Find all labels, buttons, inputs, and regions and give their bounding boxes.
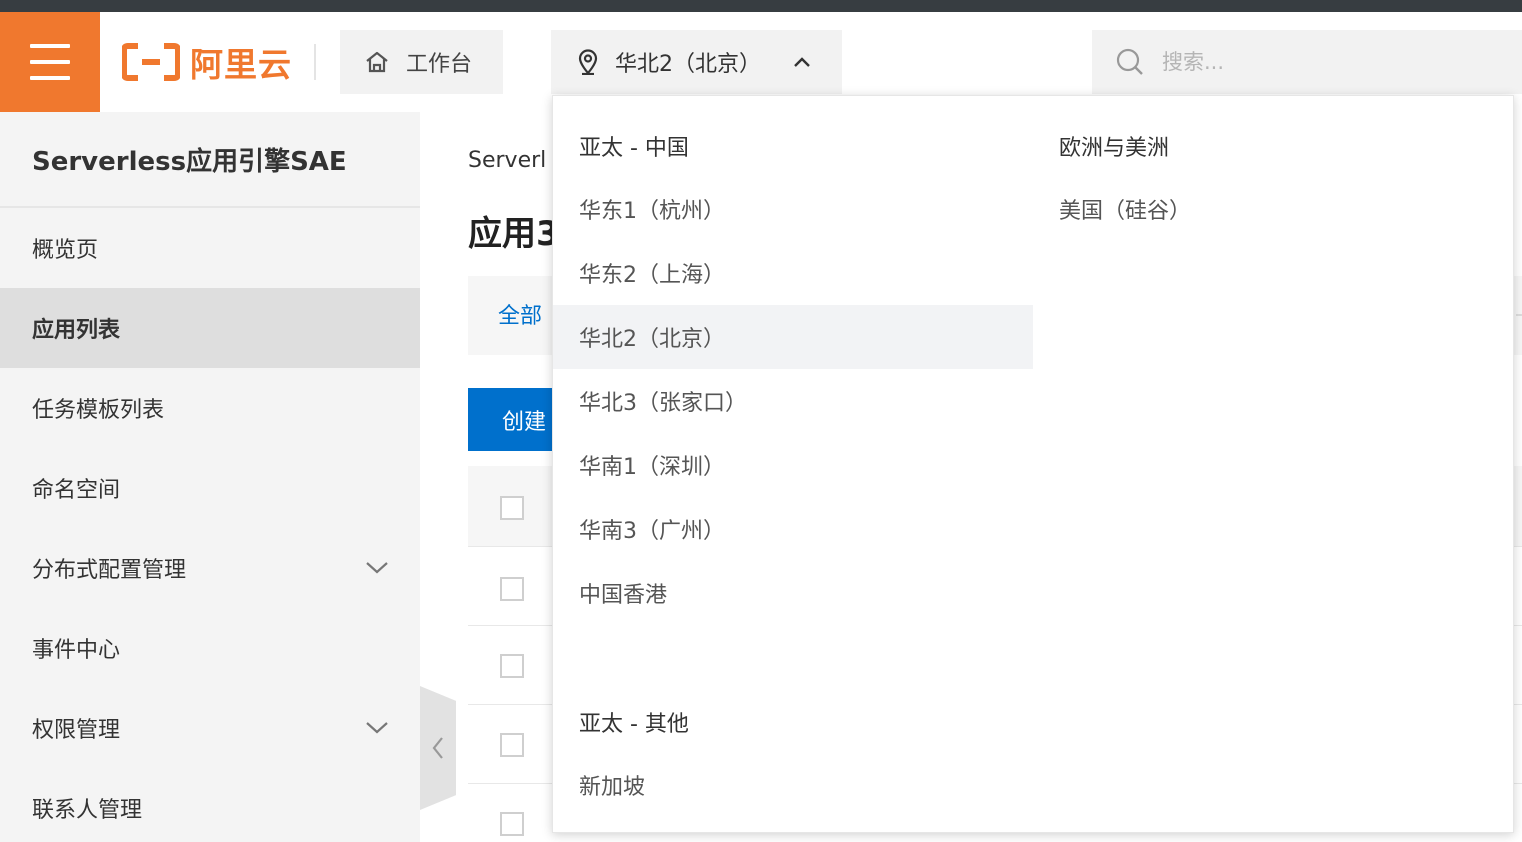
region-option[interactable]: 华南1（深圳） [553,433,1033,497]
region-option-selected[interactable]: 华北2（北京） [553,305,1033,369]
sidebar-item-permissions[interactable]: 权限管理 [0,688,420,768]
sidebar-title: Serverless应用引擎SAE [0,112,420,208]
row-checkbox[interactable] [500,654,524,678]
region-group-title: 欧洲与美洲 [1059,136,1170,161]
sidebar-item-label: 事件中心 [32,638,121,663]
hamburger-line [30,76,70,80]
breadcrumb[interactable]: Serverl [468,148,546,173]
region-option[interactable]: 华南3（广州） [553,497,1033,561]
aliyun-logo-icon [122,43,180,81]
sidebar-item-label: 联系人管理 [32,798,143,823]
chevron-down-icon [366,562,388,574]
sidebar: Serverless应用引擎SAE 概览页 应用列表 任务模板列表 命名空间 分… [0,112,420,842]
region-dropdown: 亚太 - 中国 华东1（杭州） 华东2（上海） 华北2（北京） 华北3（张家口）… [552,95,1514,833]
search-box[interactable] [1092,30,1522,94]
sidebar-item-label: 分布式配置管理 [32,558,187,583]
row-checkbox[interactable] [500,577,524,601]
sidebar-item-job-templates[interactable]: 任务模板列表 [0,368,420,448]
region-label: 华北2（北京） [615,52,761,77]
tab-all[interactable]: 全部 [498,298,542,330]
region-group-title: 亚太 - 其他 [579,712,689,737]
divider [1516,314,1522,316]
chevron-up-icon [794,57,810,67]
top-strip [0,0,1522,12]
sidebar-item-app-list[interactable]: 应用列表 [0,288,420,368]
sidebar-item-config-management[interactable]: 分布式配置管理 [0,528,420,608]
aliyun-logo[interactable]: 阿里云 [122,42,292,84]
region-option[interactable]: 华北3（张家口） [553,369,1033,433]
hamburger-line [30,60,70,64]
location-pin-icon [578,49,598,75]
sidebar-item-label: 权限管理 [32,718,121,743]
workbench-label: 工作台 [406,52,473,77]
region-option[interactable]: 美国（硅谷） [1033,177,1513,241]
sidebar-item-label: 应用列表 [32,318,121,343]
sidebar-item-overview[interactable]: 概览页 [0,208,420,288]
sidebar-item-label: 命名空间 [32,478,121,503]
row-checkbox[interactable] [500,733,524,757]
workbench-button[interactable]: 工作台 [340,30,503,94]
chevron-down-icon [366,722,388,734]
sidebar-item-contacts[interactable]: 联系人管理 [0,768,420,842]
region-option[interactable]: 华东2（上海） [553,241,1033,305]
sidebar-item-label: 任务模板列表 [32,398,165,423]
sidebar-item-label: 概览页 [32,238,99,263]
page-title: 应用3 [468,214,560,254]
region-option[interactable]: 华东1（杭州） [553,177,1033,241]
search-icon [1116,48,1143,75]
logo-text: 阿里云 [190,45,292,84]
home-icon [366,51,388,73]
region-group-title: 亚太 - 中国 [579,136,689,161]
chevron-left-icon [432,737,443,759]
region-option[interactable]: 中国香港 [553,561,1033,625]
hamburger-line [30,44,70,48]
row-checkbox[interactable] [500,812,524,836]
sidebar-collapse-button[interactable] [420,686,456,810]
logo-divider [314,44,316,80]
sidebar-item-event-center[interactable]: 事件中心 [0,608,420,688]
select-all-checkbox[interactable] [500,496,524,520]
region-option[interactable]: 新加坡 [553,753,1033,817]
menu-toggle-button[interactable] [0,12,100,112]
region-selector[interactable]: 华北2（北京） [551,30,842,94]
search-input[interactable] [1162,50,1462,74]
sidebar-item-namespaces[interactable]: 命名空间 [0,448,420,528]
